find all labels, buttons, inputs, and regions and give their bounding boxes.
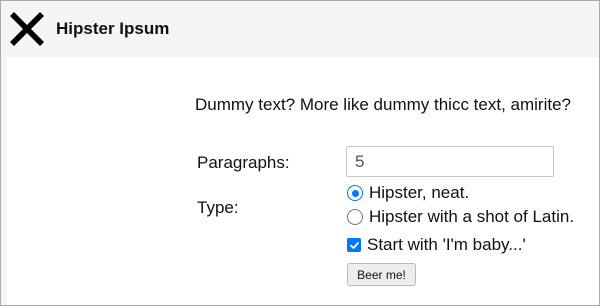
x-cross-icon — [10, 12, 44, 46]
radio-hipster-label: Hipster, neat. — [369, 183, 470, 202]
header: Hipster Ipsum — [1, 1, 599, 57]
start-with-option[interactable]: Start with 'I'm baby...' — [347, 235, 526, 255]
radio-hipster-latin-label: Hipster with a shot of Latin. — [369, 207, 575, 226]
beer-me-button[interactable]: Beer me! — [347, 263, 416, 286]
radio-hipster-latin[interactable] — [347, 209, 363, 225]
radio-hipster[interactable] — [347, 185, 363, 201]
start-with-label: Start with 'I'm baby...' — [367, 235, 526, 254]
type-option-hipster-latin[interactable]: Hipster with a shot of Latin. — [347, 207, 574, 227]
app-title: Hipster Ipsum — [56, 19, 170, 38]
start-with-checkbox[interactable] — [347, 238, 361, 252]
tagline: Dummy text? More like dummy thicc text, … — [195, 95, 571, 114]
checkmark-icon — [349, 241, 359, 249]
type-option-hipster[interactable]: Hipster, neat. — [347, 183, 469, 203]
type-label: Type: — [197, 198, 239, 217]
sidebar-strip — [1, 57, 7, 305]
paragraphs-label: Paragraphs: — [197, 153, 290, 172]
paragraphs-input[interactable] — [346, 146, 554, 177]
